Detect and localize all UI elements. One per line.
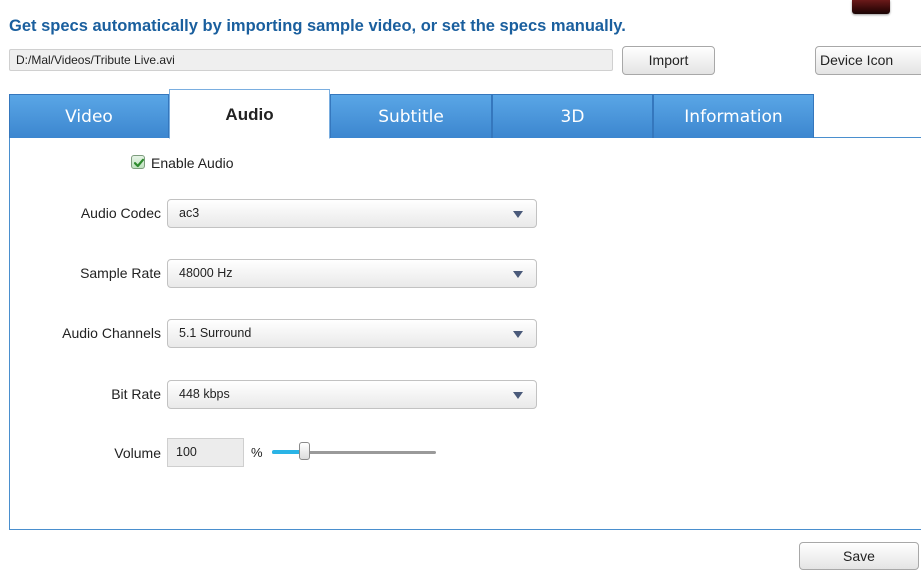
tab-video[interactable]: Video bbox=[9, 94, 169, 138]
dropdown-arrow-icon bbox=[513, 331, 523, 338]
sample-rate-value: 48000 Hz bbox=[179, 266, 233, 280]
audio-codec-value: ac3 bbox=[179, 206, 200, 220]
bit-rate-value: 448 kbps bbox=[179, 387, 230, 401]
volume-unit: % bbox=[251, 445, 263, 460]
volume-label: Volume bbox=[114, 445, 161, 461]
dropdown-arrow-icon bbox=[513, 271, 523, 278]
audio-channels-select[interactable]: 5.1 Surround bbox=[167, 319, 537, 348]
tab-audio[interactable]: Audio bbox=[169, 89, 330, 139]
device-thumbnail bbox=[852, 0, 890, 14]
checkmark-icon bbox=[133, 158, 145, 168]
bit-rate-select[interactable]: 448 kbps bbox=[167, 380, 537, 409]
tab-bar: Video Audio Subtitle 3D Information bbox=[9, 89, 921, 139]
sample-video-path-field[interactable]: D:/Mal/Videos/Tribute Live.avi bbox=[9, 49, 613, 71]
volume-slider-handle[interactable] bbox=[299, 442, 311, 460]
import-button[interactable]: Import bbox=[622, 46, 715, 75]
dropdown-arrow-icon bbox=[513, 392, 523, 399]
audio-codec-select[interactable]: ac3 bbox=[167, 199, 537, 228]
device-icon-button[interactable]: Device Icon bbox=[815, 46, 921, 75]
sample-rate-select[interactable]: 48000 Hz bbox=[167, 259, 537, 288]
bit-rate-label: Bit Rate bbox=[111, 386, 161, 402]
sample-rate-label: Sample Rate bbox=[80, 265, 161, 281]
tab-information[interactable]: Information bbox=[653, 94, 814, 138]
tab-subtitle[interactable]: Subtitle bbox=[330, 94, 492, 138]
instruction-heading: Get specs automatically by importing sam… bbox=[9, 17, 626, 35]
tab-3d[interactable]: 3D bbox=[492, 94, 653, 138]
audio-channels-value: 5.1 Surround bbox=[179, 326, 252, 340]
volume-input[interactable]: 100 bbox=[167, 438, 244, 467]
audio-channels-label: Audio Channels bbox=[62, 325, 161, 341]
enable-audio-label: Enable Audio bbox=[151, 155, 234, 171]
audio-codec-label: Audio Codec bbox=[80, 205, 161, 221]
enable-audio-checkbox[interactable] bbox=[131, 155, 145, 169]
dropdown-arrow-icon bbox=[513, 211, 523, 218]
